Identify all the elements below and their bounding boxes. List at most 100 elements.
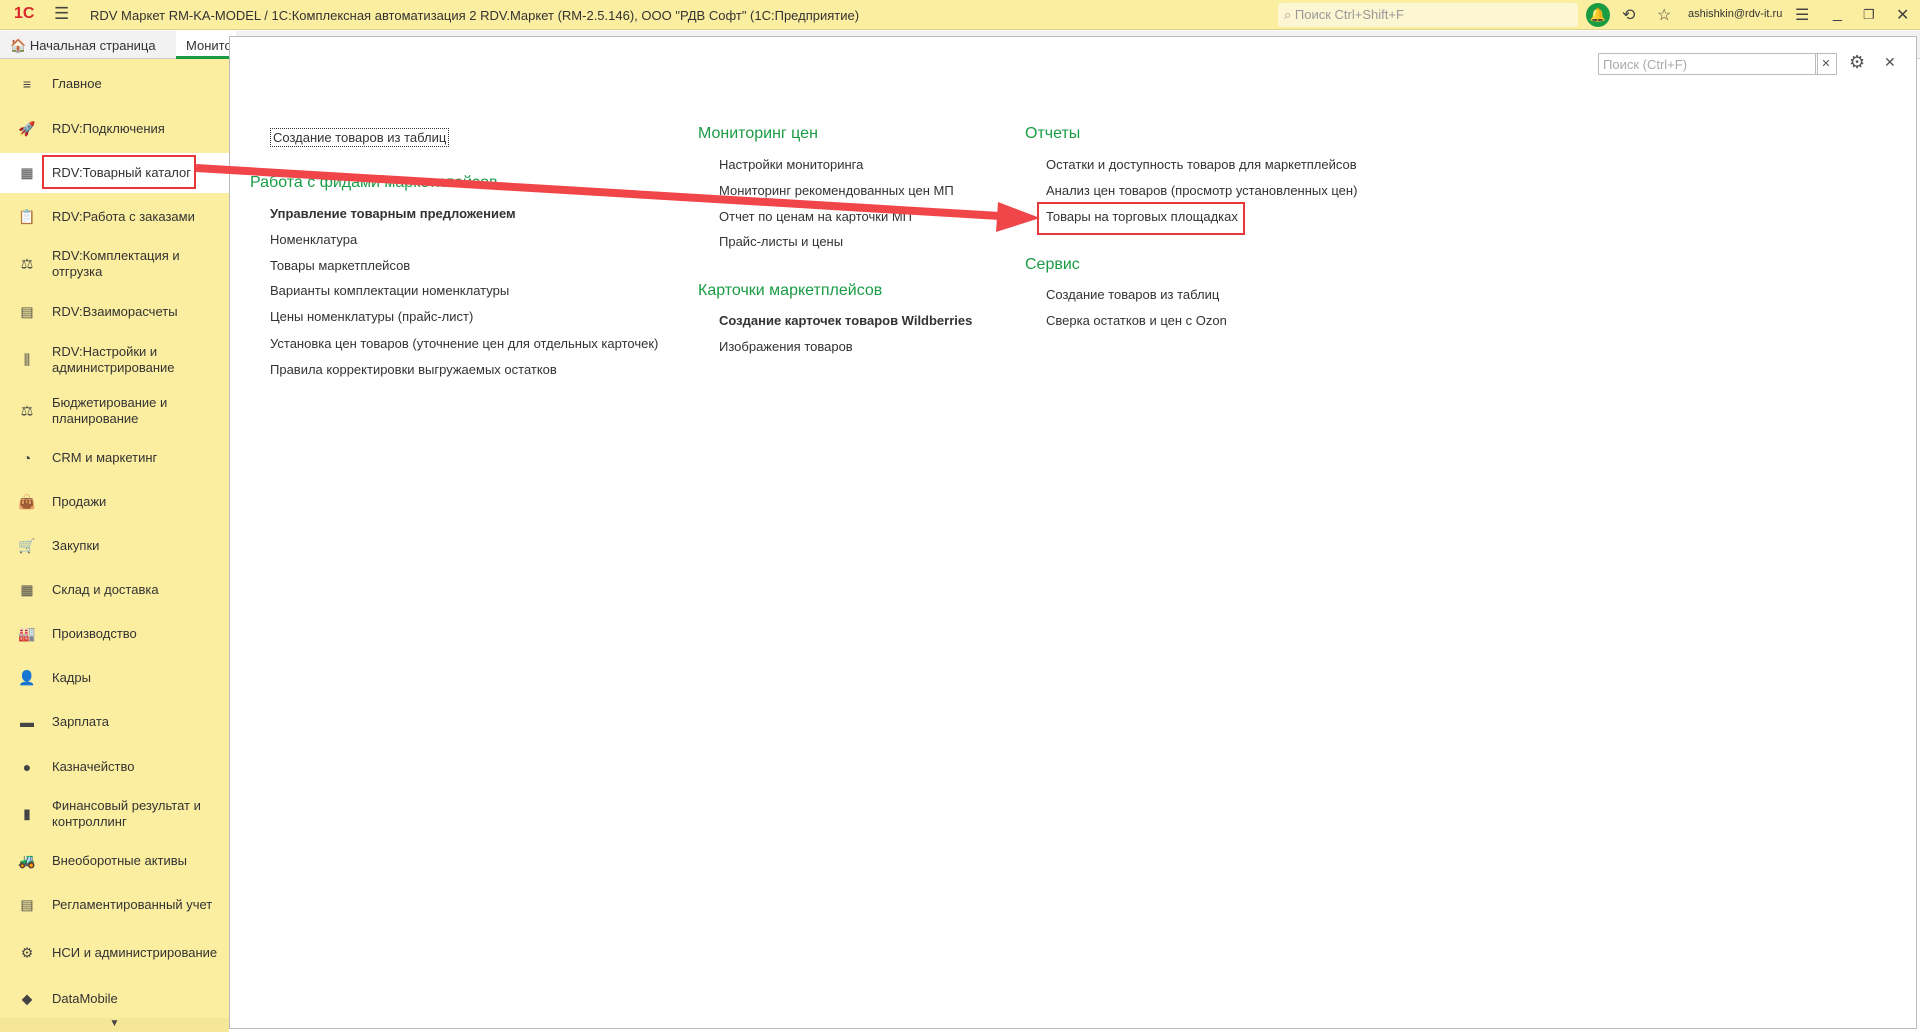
sidebar-item-label: Продажи bbox=[52, 494, 107, 509]
section-icon: ● bbox=[22, 759, 32, 775]
sidebar-item[interactable]: 🛒 Закупки bbox=[0, 526, 229, 566]
sidebar-item[interactable]: ◆ DataMobile bbox=[0, 979, 229, 1019]
1c-logo: 1С bbox=[14, 5, 35, 22]
tab-current[interactable]: Монитор bbox=[176, 31, 236, 59]
sidebar-item-label: Закупки bbox=[52, 538, 100, 553]
nav-link[interactable]: Анализ цен товаров (просмотр установленн… bbox=[1046, 183, 1357, 198]
sidebar-item[interactable]: ▬ Зарплата bbox=[0, 702, 229, 742]
section-icon: ▤ bbox=[20, 303, 34, 320]
section-icon: ⚖ bbox=[20, 255, 34, 272]
highlight-box-link bbox=[1037, 202, 1245, 235]
sidebar-item-label: CRM и маркетинг bbox=[52, 450, 158, 465]
user-name[interactable]: ashishkin@rdv-it.ru bbox=[1688, 8, 1782, 20]
search-placeholder: Поиск Ctrl+Shift+F bbox=[1294, 7, 1404, 22]
section-icon: ≡ bbox=[22, 76, 32, 92]
section-icon: 📋 bbox=[18, 208, 36, 225]
section-icon: ▬ bbox=[20, 714, 34, 730]
sections-sidebar: ≡ Главное 🚀 RDV:Подключения ▦ RDV:Товарный ка… bbox=[0, 59, 229, 1032]
history-icon[interactable]: ⟲ bbox=[1622, 5, 1635, 25]
nav-link[interactable]: Остатки и доступность товаров для маркет… bbox=[1046, 157, 1357, 172]
section-icon: ⚖ bbox=[20, 402, 34, 419]
heading-marketplace-cards: Карточки маркетплейсов bbox=[698, 282, 883, 299]
restore-icon[interactable]: ❐ bbox=[1863, 7, 1875, 23]
sidebar-item[interactable]: ⚖ RDV:Комплектация и отгрузка bbox=[0, 244, 229, 284]
tab-home-label: Начальная страница bbox=[29, 38, 156, 53]
section-icon: 👤 bbox=[18, 669, 36, 686]
sidebar-item[interactable]: 👤 Кадры bbox=[0, 658, 229, 698]
sidebar-item[interactable]: ▮ Финансовый результат и контроллинг bbox=[0, 794, 229, 834]
sidebar-item[interactable]: 👜 Продажи bbox=[0, 482, 229, 522]
nav-link[interactable]: Создание карточек товаров Wildberries bbox=[719, 313, 972, 328]
section-icon: ▦ bbox=[20, 164, 34, 181]
nav-link[interactable]: Установка цен товаров (уточнение цен для… bbox=[270, 336, 658, 351]
nav-link[interactable]: Настройки мониторинга bbox=[719, 157, 863, 172]
section-icon: 🛒 bbox=[18, 537, 36, 554]
section-icon: ⫼ bbox=[23, 351, 31, 368]
sidebar-item[interactable]: 📋 RDV:Работа с заказами bbox=[0, 197, 229, 237]
sidebar-item[interactable]: 🚀 RDV:Подключения bbox=[0, 109, 229, 149]
sidebar-item-label: RDV:Взаиморасчеты bbox=[52, 304, 178, 319]
section-icon: ▤ bbox=[20, 896, 34, 913]
nav-link[interactable]: Мониторинг рекомендованных цен МП bbox=[719, 183, 954, 198]
panel-search-input[interactable]: Поиск (Ctrl+F) bbox=[1598, 53, 1818, 75]
nav-link[interactable]: Прайс-листы и цены bbox=[719, 234, 843, 249]
nav-link[interactable]: Сверка остатков и цен с Ozon bbox=[1046, 313, 1227, 328]
nav-link[interactable]: Цены номенклатуры (прайс-лист) bbox=[270, 309, 473, 324]
sidebar-item[interactable]: ◔ CRM и маркетинг bbox=[0, 438, 229, 478]
nav-link[interactable]: Варианты комплектации номенклатуры bbox=[270, 283, 509, 298]
sidebar-item[interactable]: ⫼ RDV:Настройки и администрирование bbox=[0, 340, 229, 380]
section-icon: ◔ bbox=[22, 450, 32, 466]
sidebar-item[interactable]: ⚙ НСИ и администрирование bbox=[0, 933, 229, 973]
sidebar-item[interactable]: ≡ Главное bbox=[0, 64, 229, 104]
link-create-from-tables[interactable]: Создание товаров из таблиц bbox=[270, 128, 450, 147]
nav-link[interactable]: Правила корректировки выгружаемых остатк… bbox=[270, 362, 557, 377]
sidebar-item[interactable]: 🚜 Внеоборотные активы bbox=[0, 841, 229, 881]
heading-price-monitoring: Мониторинг цен bbox=[698, 125, 818, 142]
sidebar-item[interactable]: ⚖ Бюджетирование и планирование bbox=[0, 391, 229, 431]
section-icon: ◆ bbox=[21, 990, 33, 1007]
sidebar-item-label: Казначейство bbox=[52, 759, 135, 774]
sidebar-item-label: RDV:Подключения bbox=[52, 121, 165, 136]
heading-service: Сервис bbox=[1025, 256, 1080, 273]
sidebar-item[interactable]: ▤ Регламентированный учет bbox=[0, 885, 229, 925]
sidebar-item-label: Склад и доставка bbox=[52, 582, 159, 597]
notifications-icon[interactable]: 🔔 bbox=[1586, 3, 1610, 27]
tab-home[interactable]: 🏠 Начальная страница bbox=[0, 31, 176, 59]
sidebar-item-label: RDV:Комплектация и отгрузка bbox=[52, 248, 180, 279]
nav-link[interactable]: Управление товарным предложением bbox=[270, 206, 516, 221]
global-search-input[interactable]: ⌕ Поиск Ctrl+Shift+F bbox=[1278, 3, 1578, 27]
window-title: RDV Маркет RM-KA-MODEL / 1С:Комплексная … bbox=[90, 8, 860, 23]
sidebar-item-label: Бюджетирование и планирование bbox=[52, 395, 168, 426]
favorites-star-icon[interactable]: ☆ bbox=[1657, 5, 1671, 25]
home-icon: 🏠 bbox=[10, 38, 27, 53]
settings-menu-icon[interactable]: ☰ bbox=[1795, 5, 1809, 25]
sidebar-item[interactable]: ▦ Склад и доставка bbox=[0, 570, 229, 610]
nav-link[interactable]: Создание товаров из таблиц bbox=[1046, 287, 1219, 302]
sidebar-item-label: Кадры bbox=[52, 670, 91, 685]
nav-link[interactable]: Отчет по ценам на карточки МП bbox=[719, 209, 912, 224]
section-icon: 🚀 bbox=[18, 120, 36, 137]
sidebar-item[interactable]: ▤ RDV:Взаиморасчеты bbox=[0, 292, 229, 332]
section-icon: ▦ bbox=[20, 581, 34, 598]
main-menu-icon[interactable]: ☰ bbox=[54, 4, 69, 24]
nav-link[interactable]: Товары маркетплейсов bbox=[270, 258, 410, 273]
sidebar-item[interactable]: ● Казначейство bbox=[0, 747, 229, 787]
sidebar-item-label: Производство bbox=[52, 626, 137, 641]
close-panel-icon[interactable]: ✕ bbox=[1884, 54, 1896, 71]
clear-search-icon[interactable]: ✕ bbox=[1815, 53, 1837, 75]
gear-icon[interactable]: ⚙ bbox=[1849, 52, 1865, 73]
close-window-icon[interactable]: ✕ bbox=[1896, 5, 1909, 25]
minimize-icon[interactable]: _ bbox=[1833, 5, 1842, 23]
scroll-down-icon[interactable]: ▼ bbox=[0, 1018, 229, 1032]
nav-link[interactable]: Изображения товаров bbox=[719, 339, 853, 354]
nav-link[interactable]: Номенклатура bbox=[270, 232, 357, 247]
sidebar-item[interactable]: 🏭 Производство bbox=[0, 614, 229, 654]
sidebar-item-label: Регламентированный учет bbox=[52, 897, 213, 912]
sidebar-item-label: RDV:Работа с заказами bbox=[52, 209, 195, 224]
sidebar-item-label: Главное bbox=[52, 76, 102, 91]
highlight-box-sidebar bbox=[42, 155, 196, 189]
section-icon: ▮ bbox=[23, 805, 31, 822]
section-icon: 🚜 bbox=[18, 852, 36, 869]
title-bar: 1С ☰ RDV Маркет RM-KA-MODEL / 1С:Комплек… bbox=[0, 0, 1920, 30]
sidebar-item-label: Финансовый результат и контроллинг bbox=[52, 798, 201, 829]
